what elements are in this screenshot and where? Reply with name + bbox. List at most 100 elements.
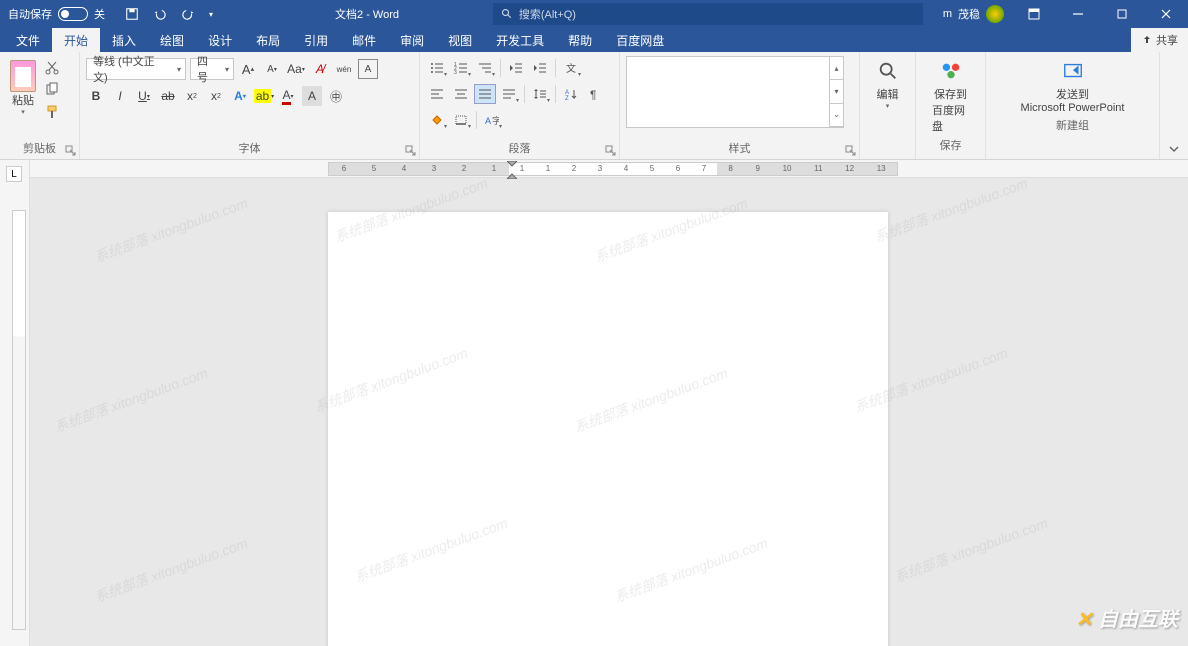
- tab-mailings[interactable]: 邮件: [340, 28, 388, 52]
- svg-text:3: 3: [454, 70, 457, 74]
- group-newgroup: 发送到 Microsoft PowerPoint 新建组: [986, 52, 1160, 159]
- sort-button[interactable]: AZ: [560, 84, 582, 104]
- italic-button[interactable]: I: [110, 86, 130, 106]
- user-prefix: m: [943, 8, 952, 20]
- close-button[interactable]: [1144, 0, 1188, 28]
- subscript-button[interactable]: x2: [182, 86, 202, 106]
- underline-button[interactable]: U▾: [134, 86, 154, 106]
- align-center-button[interactable]: [450, 84, 472, 104]
- gallery-up-icon[interactable]: ▴: [830, 57, 843, 80]
- tab-layout[interactable]: 布局: [244, 28, 292, 52]
- ppt-l1: 发送到: [1056, 86, 1089, 102]
- ppt-l2: Microsoft PowerPoint: [1021, 102, 1125, 114]
- svg-text:¶: ¶: [590, 88, 596, 100]
- show-marks-button[interactable]: ¶: [584, 84, 606, 104]
- group-save: 保存到 百度网盘 保存: [916, 52, 986, 159]
- gallery-down-icon[interactable]: ▾: [830, 80, 843, 103]
- bold-button[interactable]: B: [86, 86, 106, 106]
- align-justify-button[interactable]: [474, 84, 496, 104]
- align-distribute-button[interactable]: [498, 84, 520, 104]
- numbering-button[interactable]: 123: [450, 58, 472, 78]
- maximize-button[interactable]: [1100, 0, 1144, 28]
- font-color-button[interactable]: A▾: [278, 86, 298, 106]
- line-spacing-button[interactable]: [529, 84, 551, 104]
- char-shading-button[interactable]: A: [302, 86, 322, 106]
- tab-file[interactable]: 文件: [4, 28, 52, 52]
- share-button[interactable]: 共享: [1131, 28, 1188, 52]
- tab-home[interactable]: 开始: [52, 28, 100, 52]
- grow-font-button[interactable]: A▴: [238, 59, 258, 79]
- font-name-dropdown[interactable]: 等线 (中文正文): [86, 58, 186, 80]
- baidu-l1: 保存到: [934, 86, 967, 102]
- save-baidu-button[interactable]: 保存到 百度网盘: [922, 56, 979, 134]
- tab-baidudisk[interactable]: 百度网盘: [604, 28, 676, 52]
- align-left-button[interactable]: [426, 84, 448, 104]
- ribbon-tabs: 文件 开始 插入 绘图 设计 布局 引用 邮件 审阅 视图 开发工具 帮助 百度…: [0, 28, 1188, 52]
- tab-help[interactable]: 帮助: [556, 28, 604, 52]
- search-box[interactable]: 搜索(Alt+Q): [493, 3, 923, 25]
- cut-icon[interactable]: [44, 60, 60, 76]
- copy-icon[interactable]: [44, 82, 60, 98]
- baidu-l2: 百度网盘: [932, 102, 969, 134]
- highlight-button[interactable]: ab▾: [254, 86, 274, 106]
- phonetic-guide-button[interactable]: wén: [334, 59, 354, 79]
- char-border-button[interactable]: A: [358, 59, 378, 79]
- bullets-button[interactable]: [426, 58, 448, 78]
- clipboard-launcher-icon[interactable]: [65, 145, 77, 157]
- save-icon[interactable]: [125, 7, 139, 21]
- share-icon: [1141, 34, 1153, 46]
- ribbon-display-button[interactable]: [1012, 0, 1056, 28]
- font-launcher-icon[interactable]: [405, 145, 417, 157]
- style-gallery[interactable]: ▴ ▾ ⌄: [626, 56, 844, 128]
- tab-references[interactable]: 引用: [292, 28, 340, 52]
- font-size-dropdown[interactable]: 四号: [190, 58, 234, 80]
- vertical-ruler[interactable]: L: [0, 160, 30, 646]
- tab-review[interactable]: 审阅: [388, 28, 436, 52]
- enclose-char-button[interactable]: ㊥: [326, 86, 346, 106]
- share-label: 共享: [1156, 32, 1178, 48]
- tab-insert[interactable]: 插入: [100, 28, 148, 52]
- editing-button[interactable]: 编辑 ▾: [866, 56, 909, 110]
- asian-layout-button[interactable]: A字: [481, 110, 503, 130]
- strikethrough-button[interactable]: ab: [158, 86, 178, 106]
- user-account[interactable]: m 茂稳: [935, 5, 1012, 23]
- borders-button[interactable]: [450, 110, 472, 130]
- styles-launcher-icon[interactable]: [845, 145, 857, 157]
- paragraph-launcher-icon[interactable]: [605, 145, 617, 157]
- horizontal-ruler[interactable]: 6 5 4 3 2 1 1 1 2 3 4 5 6 7: [30, 160, 1188, 178]
- document-area: L 6 5 4 3 2 1 1 1 2 3 4 5: [0, 160, 1188, 646]
- multilevel-button[interactable]: [474, 58, 496, 78]
- text-direction-button[interactable]: 文: [560, 58, 582, 78]
- tab-developer[interactable]: 开发工具: [484, 28, 556, 52]
- collapse-ribbon-button[interactable]: [1160, 139, 1188, 159]
- tab-draw[interactable]: 绘图: [148, 28, 196, 52]
- search-icon: [501, 8, 513, 20]
- newgroup-label: 新建组: [992, 114, 1153, 136]
- undo-icon[interactable]: [153, 7, 167, 21]
- superscript-button[interactable]: x2: [206, 86, 226, 106]
- gallery-more-icon[interactable]: ⌄: [830, 104, 843, 127]
- change-case-button[interactable]: Aa▾: [286, 59, 306, 79]
- paste-label: 粘贴: [12, 92, 34, 108]
- group-clipboard: 粘贴 ▾ 剪贴板: [0, 52, 80, 159]
- paste-button[interactable]: 粘贴 ▾: [6, 56, 40, 116]
- text-effect-button[interactable]: A▾: [230, 86, 250, 106]
- minimize-button[interactable]: [1056, 0, 1100, 28]
- send-to-ppt-button[interactable]: 发送到 Microsoft PowerPoint: [992, 56, 1153, 114]
- avatar: [986, 5, 1004, 23]
- tab-selector[interactable]: L: [6, 166, 22, 182]
- autosave-toggle[interactable]: 自动保存 关: [0, 6, 113, 22]
- shrink-font-button[interactable]: A▾: [262, 59, 282, 79]
- format-painter-icon[interactable]: [44, 104, 60, 120]
- tab-view[interactable]: 视图: [436, 28, 484, 52]
- tab-design[interactable]: 设计: [196, 28, 244, 52]
- qat-dropdown-icon[interactable]: ▾: [209, 10, 213, 19]
- document-page[interactable]: [328, 212, 888, 646]
- styles-label: 样式: [626, 137, 853, 159]
- clear-format-button[interactable]: A̸: [310, 59, 330, 79]
- shading-button[interactable]: [426, 110, 448, 130]
- quick-access-toolbar: ▾: [113, 7, 225, 21]
- decrease-indent-button[interactable]: [505, 58, 527, 78]
- redo-icon[interactable]: [181, 7, 195, 21]
- increase-indent-button[interactable]: [529, 58, 551, 78]
